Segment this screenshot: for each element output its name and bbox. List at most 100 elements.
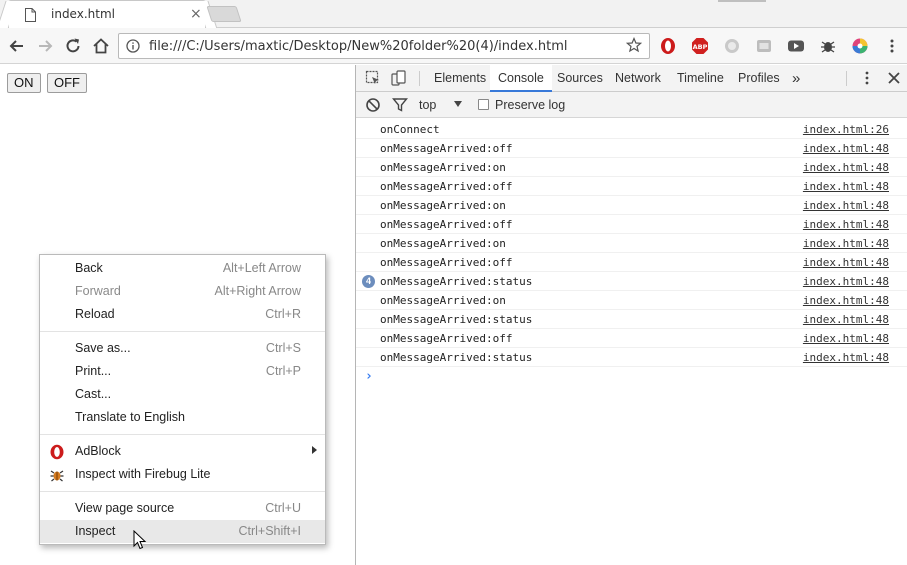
youtube-icon[interactable] [787,37,805,55]
menu-item-label: Inspect [75,524,116,538]
menu-item-forward: Forward Alt+Right Arrow [40,280,325,303]
more-vertical-icon[interactable] [883,37,901,55]
source-link[interactable]: index.html:48 [803,142,889,155]
dropdown-arrow-icon[interactable] [452,98,464,110]
menu-item-inspect-with-firebug-lite[interactable]: Inspect with Firebug Lite [40,463,325,486]
tab-separator [846,71,847,86]
menu-item-adblock[interactable]: AdBlock [40,440,325,463]
new-tab-button[interactable] [206,6,242,22]
tab-profiles[interactable]: Profiles [730,65,788,92]
console-message: onMessageArrived:on [380,161,506,174]
mouse-cursor-icon [133,530,147,550]
source-link[interactable]: index.html:48 [803,275,889,288]
tab-timeline[interactable]: Timeline [669,65,732,92]
forward-arrow-icon[interactable] [35,36,55,56]
menu-item-cast[interactable]: Cast... [40,383,325,406]
browser-toolbar: file:///C:/Users/maxtic/Desktop/New%20fo… [0,28,907,64]
preserve-log-checkbox[interactable] [478,99,489,110]
filter-icon[interactable] [392,97,408,113]
submenu-arrow-icon [312,446,317,454]
console-message: onMessageArrived:status [380,275,533,288]
menu-item-label: Reload [75,307,115,321]
menu-item-back[interactable]: Back Alt+Left Arrow [40,257,325,280]
menu-item-view-page-source[interactable]: View page source Ctrl+U [40,497,325,520]
tab-elements[interactable]: Elements [426,65,494,92]
source-link[interactable]: index.html:48 [803,180,889,193]
tab-strip: index.html × [0,0,907,28]
browser-tab[interactable]: index.html × [8,0,206,28]
address-bar[interactable]: file:///C:/Users/maxtic/Desktop/New%20fo… [118,33,650,59]
menu-item-label: Translate to English [75,410,186,424]
context-selector[interactable]: top [419,98,436,112]
menu-item-label: Inspect with Firebug Lite [75,467,211,481]
console-message: onMessageArrived:on [380,199,506,212]
menu-item-shortcut: Ctrl+R [265,307,301,321]
console-row: onMessageArrived:on index.html:48 [356,158,907,177]
bookmark-star-icon[interactable] [626,37,642,53]
devtools-tab-bar: Elements Console Sources Network Timelin… [356,65,907,92]
off-button[interactable]: OFF [47,73,87,93]
source-link[interactable]: index.html:48 [803,313,889,326]
console-message: onMessageArrived:status [380,351,533,364]
menu-item-label: Forward [75,284,121,298]
source-link[interactable]: index.html:48 [803,199,889,212]
console-prompt[interactable]: › [356,367,907,387]
source-link[interactable]: index.html:48 [803,218,889,231]
firebug-extension-icon[interactable] [819,37,837,55]
console-row: onMessageArrived:off index.html:48 [356,177,907,196]
on-button[interactable]: ON [7,73,41,93]
console-row: onMessageArrived:off index.html:48 [356,139,907,158]
menu-item-shortcut: Ctrl+P [265,364,301,378]
tab-separator [419,71,420,86]
tab-title: index.html [51,7,115,21]
device-mode-icon[interactable] [391,70,407,86]
menu-item-label: Save as... [75,341,131,355]
menu-item-translate-to-english[interactable]: Translate to English [40,406,325,429]
source-link[interactable]: index.html:48 [803,256,889,269]
console-toolbar: top Preserve log [356,92,907,118]
source-link[interactable]: index.html:48 [803,294,889,307]
menu-item-inspect[interactable]: Inspect Ctrl+Shift+I [40,520,325,543]
menu-item-label: Back [75,261,103,275]
svg-text:ABP: ABP [693,43,708,51]
preserve-log-label: Preserve log [495,98,566,112]
tab-console[interactable]: Console [490,65,552,92]
menu-item-print[interactable]: Print... Ctrl+P [40,360,325,383]
console-message: onMessageArrived:off [380,256,513,269]
info-icon[interactable] [126,39,140,53]
home-icon[interactable] [91,36,111,56]
opera-icon[interactable] [659,37,677,55]
globe-extension-icon[interactable] [723,37,741,55]
adblock-plus-icon[interactable]: ABP [691,37,709,55]
source-link[interactable]: index.html:48 [803,351,889,364]
source-link[interactable]: index.html:48 [803,161,889,174]
color-wheel-icon[interactable] [851,37,869,55]
inspect-element-icon[interactable] [365,70,381,86]
console-output: onConnect index.html:26 onMessageArrived:o… [356,120,907,387]
menu-item-reload[interactable]: Reload Ctrl+R [40,303,325,326]
menu-separator [40,434,325,435]
menu-item-save-as[interactable]: Save as... Ctrl+S [40,337,325,360]
back-arrow-icon[interactable] [7,36,27,56]
console-message: onMessageArrived:off [380,180,513,193]
context-menu: Back Alt+Left Arrow Forward Alt+Right Arrow… [39,254,326,545]
firebug-icon [49,467,65,483]
devtools-menu-icon[interactable] [859,70,875,86]
console-row: onMessageArrived:status index.html:48 [356,310,907,329]
reload-icon[interactable] [63,36,83,56]
tab-sources[interactable]: Sources [549,65,611,92]
tab-network[interactable]: Network [607,65,669,92]
console-message: onMessageArrived:status [380,313,533,326]
console-message: onMessageArrived:off [380,332,513,345]
more-tabs-button[interactable]: » [784,65,808,92]
source-link[interactable]: index.html:48 [803,237,889,250]
repeat-count-badge: 4 [362,275,375,288]
prompt-caret: › [365,369,373,384]
tab-close-button[interactable]: × [190,6,202,22]
close-devtools-icon[interactable] [886,70,902,86]
grid-extension-icon[interactable] [755,37,773,55]
source-link[interactable]: index.html:26 [803,123,889,136]
source-link[interactable]: index.html:48 [803,332,889,345]
console-row: onConnect index.html:26 [356,120,907,139]
clear-console-icon[interactable] [365,97,381,113]
